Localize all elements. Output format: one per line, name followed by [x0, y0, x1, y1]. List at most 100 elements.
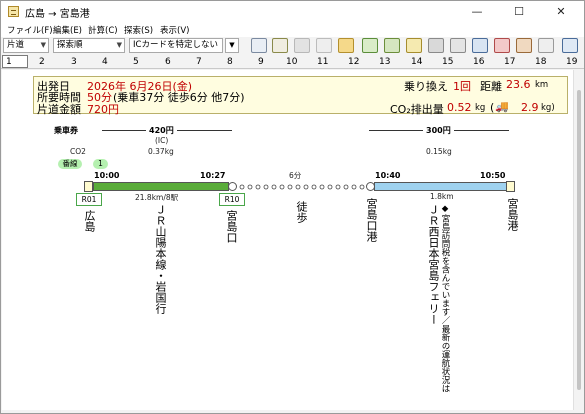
tab-4[interactable]: 4	[102, 57, 108, 67]
distance-unit: km	[535, 80, 549, 90]
station-code-r01: R01	[76, 193, 102, 206]
seg1-depart-time: 10:00	[94, 171, 120, 180]
tab-6[interactable]: 6	[165, 57, 171, 67]
platform-number-badge: 1	[93, 159, 108, 169]
tab-15[interactable]: 15	[442, 57, 453, 67]
ic-card-dropdown-button[interactable]: ▼	[225, 38, 239, 53]
ic-card-field[interactable]: ICカードを特定しない	[129, 38, 223, 53]
calendar-icon[interactable]	[272, 38, 288, 53]
toolbar: 片道 ▼ 探索順 ▼ ICカードを特定しない ▼	[1, 37, 584, 55]
fare-type-select[interactable]: 片道 ▼	[3, 38, 49, 53]
maximize-button[interactable]: ☐	[498, 1, 540, 23]
station-miyajimaguchi[interactable]: 宮島口	[225, 210, 238, 243]
tab-17[interactable]: 17	[504, 57, 515, 67]
truck-icon: 🚚	[495, 100, 509, 113]
station-hiroshima[interactable]: 広島	[83, 210, 96, 232]
seg2-distance: 1.8km	[430, 192, 454, 201]
app-window: 広島 → 宮島港 — ☐ ✕ ファイル(F) 編集(E) 計算(C) 探索(S)…	[0, 0, 585, 414]
bookmark-icon[interactable]	[494, 38, 510, 53]
co2-seg2: 0.15kg	[426, 147, 452, 156]
station-miyajima-port[interactable]: 宮島港	[506, 198, 519, 231]
vertical-scrollbar[interactable]	[573, 70, 584, 410]
tab-18[interactable]: 18	[535, 57, 546, 67]
ruler-icon[interactable]	[406, 38, 422, 53]
print-icon[interactable]	[450, 38, 466, 53]
co2-seg1: 0.37kg	[148, 147, 174, 156]
chevron-down-icon: ▼	[40, 41, 46, 49]
walk-time: 6分	[289, 171, 302, 180]
menu-calc[interactable]: 計算(C)	[88, 24, 118, 36]
seg2-depart-time: 10:40	[375, 171, 401, 180]
tab-16[interactable]: 16	[473, 57, 484, 67]
line-jr-miyajima-ferry[interactable]: ＪＲ西日本宮島フェリー	[427, 204, 440, 325]
window-title: 広島 → 宮島港	[25, 9, 90, 20]
number-19-icon[interactable]	[538, 38, 554, 53]
station-miyajimaguchi-port[interactable]: 宮島口港	[365, 198, 378, 242]
tab-7[interactable]: 7	[196, 57, 202, 67]
co2-label: CO₂排出量	[390, 103, 444, 116]
close-button[interactable]: ✕	[540, 1, 582, 23]
tab-8[interactable]: 8	[227, 57, 233, 67]
tab-13[interactable]: 13	[379, 57, 390, 67]
tab-14[interactable]: 14	[411, 57, 422, 67]
co2-car-value: 2.9	[521, 101, 539, 114]
fare2-value: 300円	[423, 125, 454, 136]
fare1-ic-note: (IC)	[155, 136, 169, 145]
seg2-arrive-time: 10:50	[480, 171, 506, 180]
tab-2[interactable]: 2	[39, 57, 45, 67]
app-icon	[8, 6, 19, 17]
fare-type-value: 片道	[7, 40, 25, 50]
co2-car-unit: kg)	[541, 103, 555, 113]
tab-10[interactable]: 10	[286, 57, 297, 67]
refresh-icon[interactable]	[294, 38, 310, 53]
seg1-detail: 21.8km/8駅	[135, 193, 179, 202]
distance-label: 距離	[480, 80, 502, 93]
tab-12[interactable]: 12	[348, 57, 359, 67]
scrollbar-thumb[interactable]	[577, 90, 581, 390]
ic-card-value: ICカードを特定しない	[133, 40, 218, 50]
transfer-value: 1回	[453, 80, 471, 93]
ticket-icon[interactable]	[338, 38, 354, 53]
window-icon[interactable]	[472, 38, 488, 53]
ferry-line-bar	[374, 182, 507, 191]
walk-dotted-line	[239, 184, 365, 190]
menu-edit[interactable]: 編集(E)	[53, 24, 82, 36]
tab-9[interactable]: 9	[258, 57, 264, 67]
pen-icon[interactable]	[562, 38, 578, 53]
co2-unit: kg	[475, 103, 486, 113]
station-node-miyajima-port	[506, 181, 515, 192]
transfer-label: 乗り換え	[404, 80, 448, 93]
title-bar: 広島 → 宮島港 — ☐ ✕	[1, 1, 584, 23]
platform-label-badge: 番線	[58, 159, 82, 169]
line-jr-sanyo[interactable]: ＪＲ山陽本線・岩国行	[154, 204, 167, 314]
menu-search[interactable]: 探索(S)	[124, 24, 153, 36]
co2-car-open: (	[490, 101, 495, 114]
timetable-icon[interactable]	[251, 38, 267, 53]
duration-detail: (乗車37分 徒歩6分 他7分)	[113, 91, 245, 104]
route-result-panel: 出発日 2026年 6月26日(金) 所要時間 50分 (乗車37分 徒歩6分 …	[2, 70, 573, 410]
tab-1[interactable]: 1	[6, 57, 12, 67]
distance-value: 23.6	[506, 78, 531, 91]
station-node-miyajimaguchi	[228, 182, 237, 191]
fare-value: 720円	[87, 103, 119, 116]
ferry-notice: ◆宮島訪問税を含んでいます／最新の運航状況は	[440, 204, 450, 393]
tab-3[interactable]: 3	[71, 57, 77, 67]
tab-5[interactable]: 5	[133, 57, 139, 67]
sort-order-select[interactable]: 探索順 ▼	[53, 38, 125, 53]
tab-19[interactable]: 19	[566, 57, 577, 67]
people-icon[interactable]	[516, 38, 532, 53]
menu-bar: ファイル(F) 編集(E) 計算(C) 探索(S) 表示(V)	[1, 23, 584, 37]
tab-11[interactable]: 11	[317, 57, 328, 67]
co2-row-label: CO2	[70, 147, 86, 156]
ex-icon[interactable]	[316, 38, 332, 53]
station-node-hiroshima	[84, 181, 93, 192]
menu-view[interactable]: 表示(V)	[160, 24, 189, 36]
result-tabs: 1 2 3 4 5 6 7 8 9 10 11 12 13 14 15 16 1…	[1, 55, 584, 69]
map-icon[interactable]	[362, 38, 378, 53]
menu-file[interactable]: ファイル(F)	[7, 24, 53, 36]
route-map-icon[interactable]	[384, 38, 400, 53]
minimize-button[interactable]: —	[456, 1, 498, 23]
fare-label: 片道金額	[37, 103, 81, 116]
ticket-label: 乗車券	[54, 126, 78, 135]
copy-icon[interactable]	[428, 38, 444, 53]
